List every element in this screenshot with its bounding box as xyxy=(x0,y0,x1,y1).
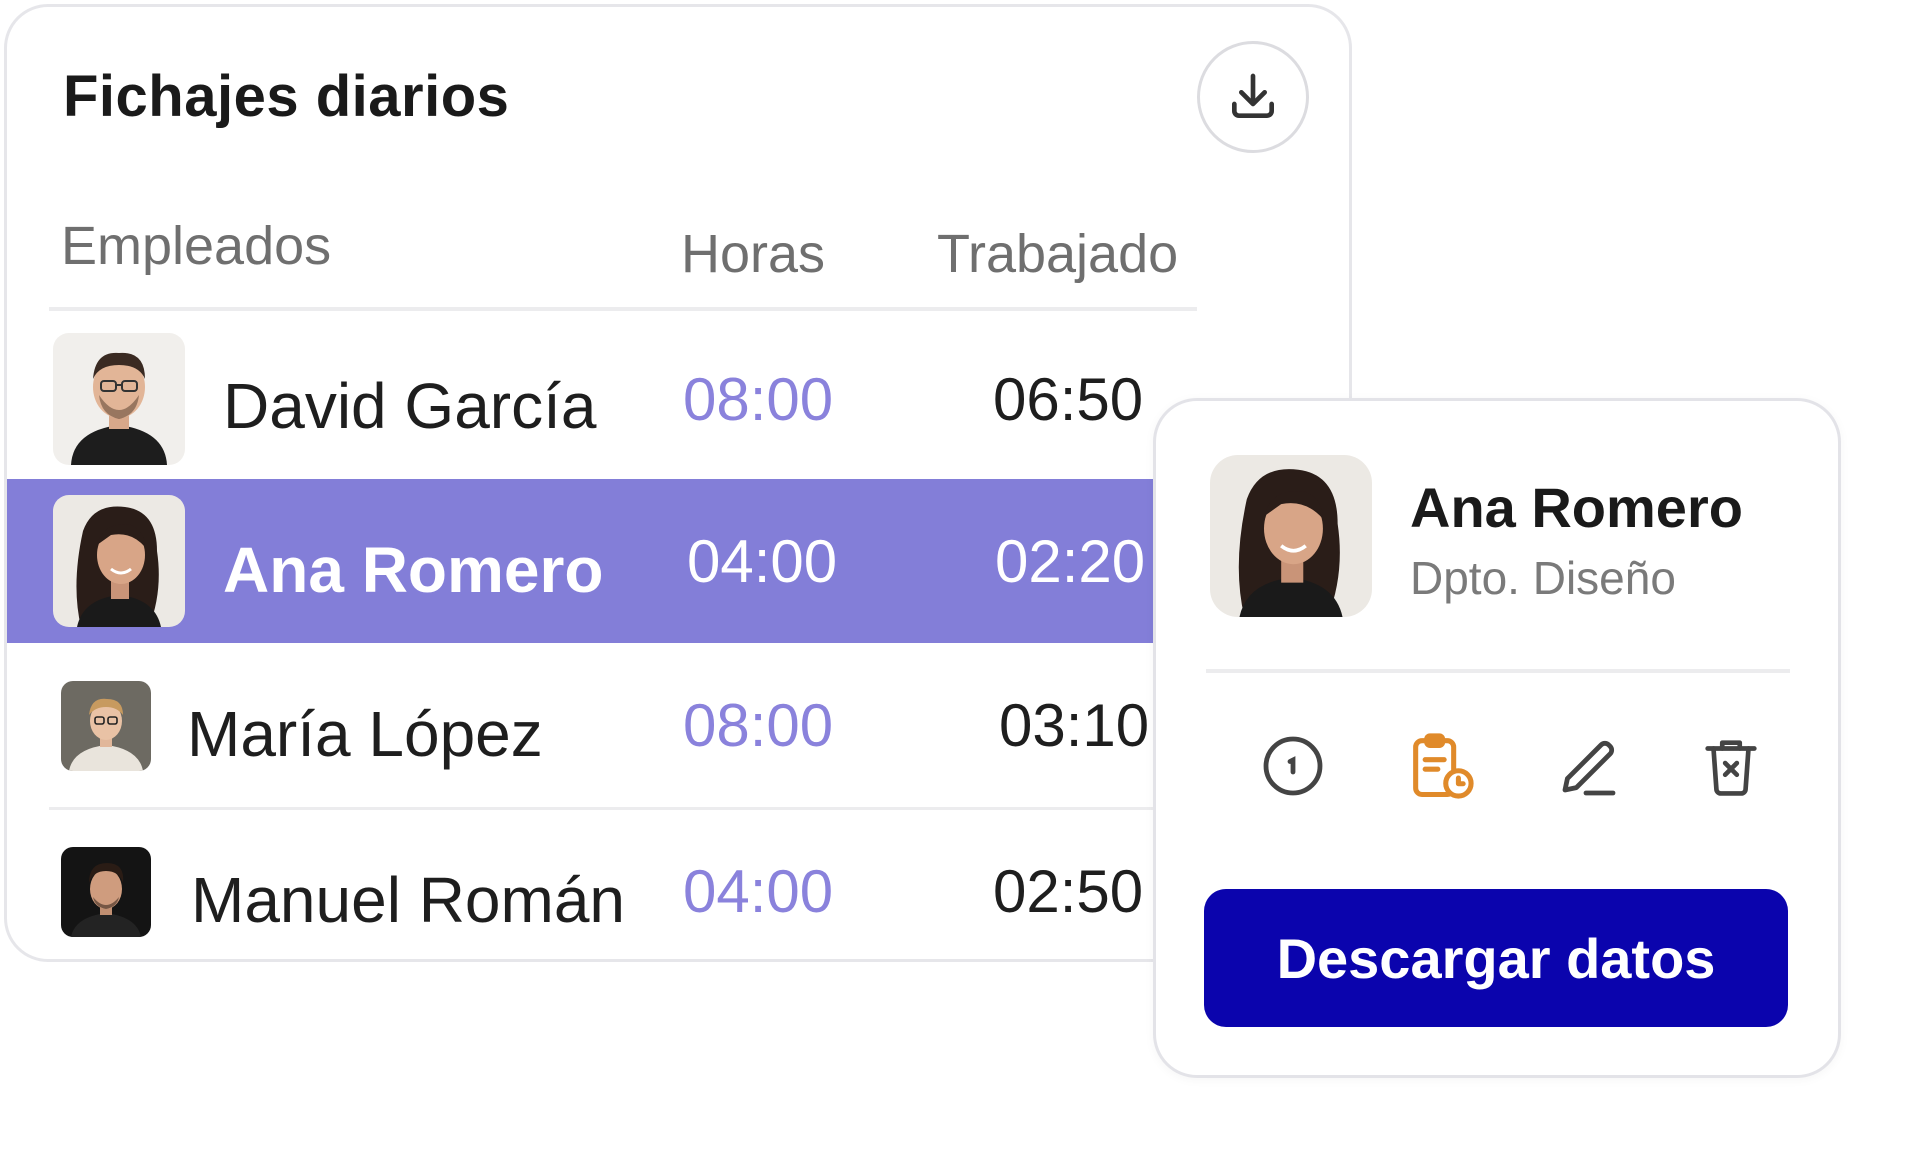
column-header-employees: Empleados xyxy=(61,216,332,276)
worked-time: 02:20 xyxy=(995,528,1146,595)
employee-name: María López xyxy=(187,698,543,770)
scheduled-hours: 04:00 xyxy=(687,528,838,595)
download-data-button[interactable]: Descargar datos xyxy=(1204,889,1788,1027)
employee-name: Manuel Román xyxy=(191,864,625,936)
worked-time: 03:10 xyxy=(999,692,1150,759)
avatar xyxy=(53,495,185,627)
employee-name: Ana Romero xyxy=(223,534,604,606)
column-header-hours: Horas xyxy=(681,224,826,284)
scheduled-hours: 08:00 xyxy=(683,366,834,433)
clock-icon xyxy=(1263,736,1323,796)
scheduled-hours: 04:00 xyxy=(683,858,834,925)
avatar xyxy=(61,681,151,771)
avatar xyxy=(61,847,151,937)
edit-pencil-icon xyxy=(1562,741,1616,796)
detail-avatar xyxy=(1210,455,1372,617)
download-button[interactable] xyxy=(1197,41,1309,153)
trash-icon xyxy=(1705,740,1757,796)
download-icon xyxy=(1232,73,1274,118)
row-divider xyxy=(49,807,1197,810)
worked-time: 06:50 xyxy=(993,366,1144,433)
employee-detail-card: Ana Romero Dpto. Diseño Descargar datos xyxy=(1153,398,1841,1078)
detail-divider xyxy=(1206,669,1790,673)
panel-title: Fichajes diarios xyxy=(63,64,510,129)
delete-button[interactable] xyxy=(1686,721,1776,811)
detail-department: Dpto. Diseño xyxy=(1410,552,1676,604)
table-row[interactable]: María López 08:00 03:10 xyxy=(7,643,1349,807)
clipboard-clock-icon xyxy=(1413,733,1474,799)
table-row[interactable]: David García 08:00 06:50 xyxy=(7,315,1349,479)
avatar xyxy=(53,333,185,465)
header-divider xyxy=(49,307,1197,311)
table-row[interactable]: Manuel Román 04:00 02:50 xyxy=(7,811,1349,959)
worked-time: 02:50 xyxy=(993,858,1144,925)
detail-employee-name: Ana Romero xyxy=(1410,476,1743,539)
table-row-selected[interactable]: Ana Romero 04:00 02:20 xyxy=(7,479,1157,643)
timesheet-button[interactable] xyxy=(1396,721,1486,811)
column-header-worked: Trabajado xyxy=(937,224,1179,284)
scheduled-hours: 08:00 xyxy=(683,692,834,759)
history-button[interactable] xyxy=(1248,721,1338,811)
edit-button[interactable] xyxy=(1544,721,1634,811)
daily-clockings-panel: Fichajes diarios Empleados Horas Trabaja… xyxy=(4,4,1352,962)
employee-name: David García xyxy=(223,370,597,442)
